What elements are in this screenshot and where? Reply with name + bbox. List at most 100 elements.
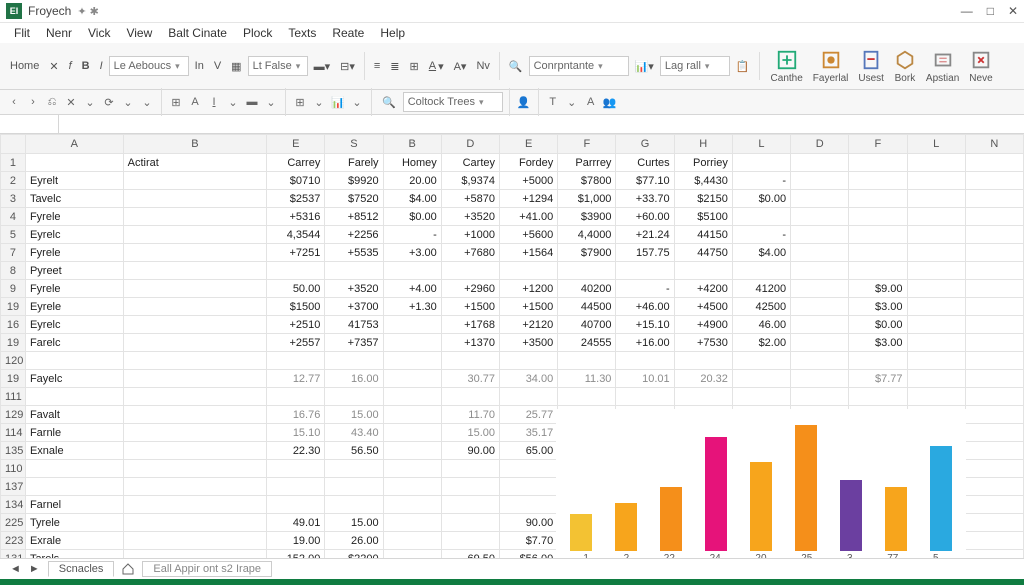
combo1[interactable]: Conrpntante▾	[529, 56, 629, 76]
cell[interactable]	[791, 172, 849, 190]
cell[interactable]: $0.00	[849, 316, 907, 334]
cell[interactable]	[267, 478, 325, 496]
dd1-icon[interactable]: ⌄	[82, 94, 98, 110]
cell[interactable]	[849, 190, 907, 208]
cell[interactable]: $0.00	[732, 190, 790, 208]
cell[interactable]: Actirat	[123, 154, 266, 172]
cell[interactable]	[383, 514, 441, 532]
cell[interactable]: -	[732, 172, 790, 190]
row-header[interactable]: 9	[1, 280, 26, 298]
menu-vick[interactable]: Vick	[82, 24, 116, 42]
cell[interactable]: 46.00	[732, 316, 790, 334]
cell[interactable]: 15.10	[267, 424, 325, 442]
refresh-icon[interactable]: ⟳	[101, 94, 117, 110]
cell[interactable]: +2557	[267, 334, 325, 352]
table-icon[interactable]: ⊞	[292, 94, 308, 110]
cell[interactable]	[383, 352, 441, 370]
chart-bar[interactable]	[840, 480, 862, 551]
cell[interactable]: $7.70	[500, 532, 558, 550]
cell[interactable]: 20.00	[383, 172, 441, 190]
bork-button[interactable]: Bork	[892, 49, 918, 84]
fill-icon[interactable]: ▬▾	[310, 58, 335, 75]
cell[interactable]	[25, 478, 123, 496]
cut-icon[interactable]: ✕	[45, 58, 62, 75]
cell[interactable]: +1294	[500, 190, 558, 208]
cell[interactable]	[500, 460, 558, 478]
cell[interactable]	[25, 388, 123, 406]
wrap-icon[interactable]: ⊞	[406, 58, 423, 75]
cell[interactable]	[25, 460, 123, 478]
cell[interactable]	[849, 244, 907, 262]
table-row[interactable]: 19Fayelc12.7716.0030.7734.0011.3010.0120…	[1, 370, 1024, 388]
users-icon[interactable]: 👥	[602, 94, 618, 110]
cell[interactable]	[732, 262, 790, 280]
row-header[interactable]: 7	[1, 244, 26, 262]
cell[interactable]	[965, 406, 1023, 424]
col-F[interactable]: F	[558, 135, 616, 154]
sheet-tab-1[interactable]: Scnacles	[48, 561, 115, 577]
cell[interactable]	[123, 442, 266, 460]
cell[interactable]: $9.00	[849, 280, 907, 298]
cell[interactable]: 50.00	[267, 280, 325, 298]
cell[interactable]: Favalt	[25, 406, 123, 424]
cell[interactable]	[325, 478, 383, 496]
cell[interactable]	[383, 460, 441, 478]
cell[interactable]	[965, 460, 1023, 478]
cell[interactable]: $7.77	[849, 370, 907, 388]
cell[interactable]	[965, 298, 1023, 316]
cell[interactable]: $3.00	[849, 298, 907, 316]
cell[interactable]	[965, 370, 1023, 388]
row-header[interactable]: 114	[1, 424, 26, 442]
quick-access[interactable]: ✦ ✱	[77, 5, 99, 18]
table-row[interactable]: 5Eyrelc4,3544+2256-+1000+56004,4000+21.2…	[1, 226, 1024, 244]
cell[interactable]	[965, 532, 1023, 550]
cell[interactable]	[965, 316, 1023, 334]
cell[interactable]	[732, 352, 790, 370]
menu-help[interactable]: Help	[374, 24, 411, 42]
col-Bh[interactable]: B	[383, 135, 441, 154]
cell[interactable]	[123, 514, 266, 532]
cell[interactable]: +3500	[500, 334, 558, 352]
row-header[interactable]: 137	[1, 478, 26, 496]
col-Dc[interactable]: D	[791, 135, 849, 154]
cell[interactable]: 90.00	[441, 442, 499, 460]
spreadsheet-grid[interactable]: A B E S B D E F G H L D F L N 1ActiratCa…	[0, 134, 1024, 558]
menu-file[interactable]: Flit	[8, 24, 36, 42]
cell[interactable]: +4900	[674, 316, 732, 334]
cell[interactable]	[123, 370, 266, 388]
cell[interactable]	[267, 388, 325, 406]
cell[interactable]	[123, 280, 266, 298]
cell[interactable]: Tarels	[25, 550, 123, 559]
cell[interactable]: Fyrele	[25, 244, 123, 262]
cell[interactable]: +33.70	[616, 190, 674, 208]
menu-plock[interactable]: Plock	[237, 24, 278, 42]
scroll-left[interactable]: ◄	[10, 563, 21, 575]
table-row[interactable]: 4Fyrele+5316+8512$0.00+3520+41.00$3900+6…	[1, 208, 1024, 226]
cell[interactable]	[965, 352, 1023, 370]
cell[interactable]	[791, 298, 849, 316]
cell[interactable]	[123, 478, 266, 496]
cell[interactable]: +5535	[325, 244, 383, 262]
name-box[interactable]	[0, 115, 59, 133]
cell[interactable]: +3700	[325, 298, 383, 316]
row-header[interactable]: 19	[1, 370, 26, 388]
cell[interactable]	[616, 352, 674, 370]
cell[interactable]	[965, 208, 1023, 226]
cell[interactable]: +7357	[325, 334, 383, 352]
cell[interactable]: 40700	[558, 316, 616, 334]
sheet-tab-2[interactable]: Eall Appir ont s2 Irape	[142, 561, 272, 577]
cell[interactable]	[616, 388, 674, 406]
cell[interactable]	[965, 226, 1023, 244]
cell[interactable]	[123, 550, 266, 559]
list-icon[interactable]: 📋	[732, 58, 754, 75]
cell[interactable]: $4.00	[383, 190, 441, 208]
table-row[interactable]: 9Fyrele50.00+3520+4.00+2960+120040200-+4…	[1, 280, 1024, 298]
v-button[interactable]: V	[210, 58, 225, 74]
table-row[interactable]: 3Tavelc$2537$7520$4.00+5870+1294$1,000+3…	[1, 190, 1024, 208]
cell[interactable]	[907, 334, 965, 352]
cell[interactable]	[441, 388, 499, 406]
cell[interactable]: 44150	[674, 226, 732, 244]
border-icon[interactable]: ▦	[227, 58, 245, 75]
cell[interactable]: +1.30	[383, 298, 441, 316]
row-header[interactable]: 135	[1, 442, 26, 460]
